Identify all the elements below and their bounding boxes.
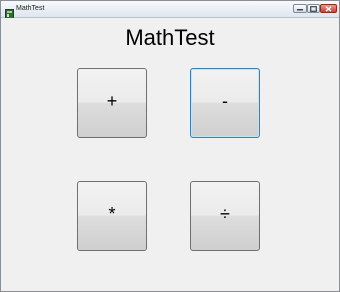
subtract-button-label: -	[222, 90, 228, 111]
app-window: MathTest MathTest + - * ÷	[0, 0, 340, 292]
multiply-button-label: *	[108, 203, 116, 224]
subtract-button[interactable]: -	[190, 68, 260, 138]
client-area: MathTest + - * ÷	[5, 18, 335, 287]
divide-button-label: ÷	[220, 203, 230, 224]
close-icon	[325, 5, 332, 12]
multiply-button[interactable]: *	[77, 181, 147, 251]
maximize-icon	[310, 5, 317, 12]
maximize-button[interactable]	[307, 4, 320, 13]
minimize-button[interactable]	[293, 4, 307, 13]
add-button-label: +	[106, 90, 118, 111]
close-button[interactable]	[320, 4, 337, 13]
divide-button[interactable]: ÷	[190, 181, 260, 251]
minimize-icon	[297, 9, 303, 11]
title-bar[interactable]: MathTest	[1, 1, 339, 19]
app-icon	[5, 4, 14, 19]
page-title: MathTest	[125, 25, 215, 50]
add-button[interactable]: +	[77, 68, 147, 138]
window-title: MathTest	[16, 5, 45, 12]
